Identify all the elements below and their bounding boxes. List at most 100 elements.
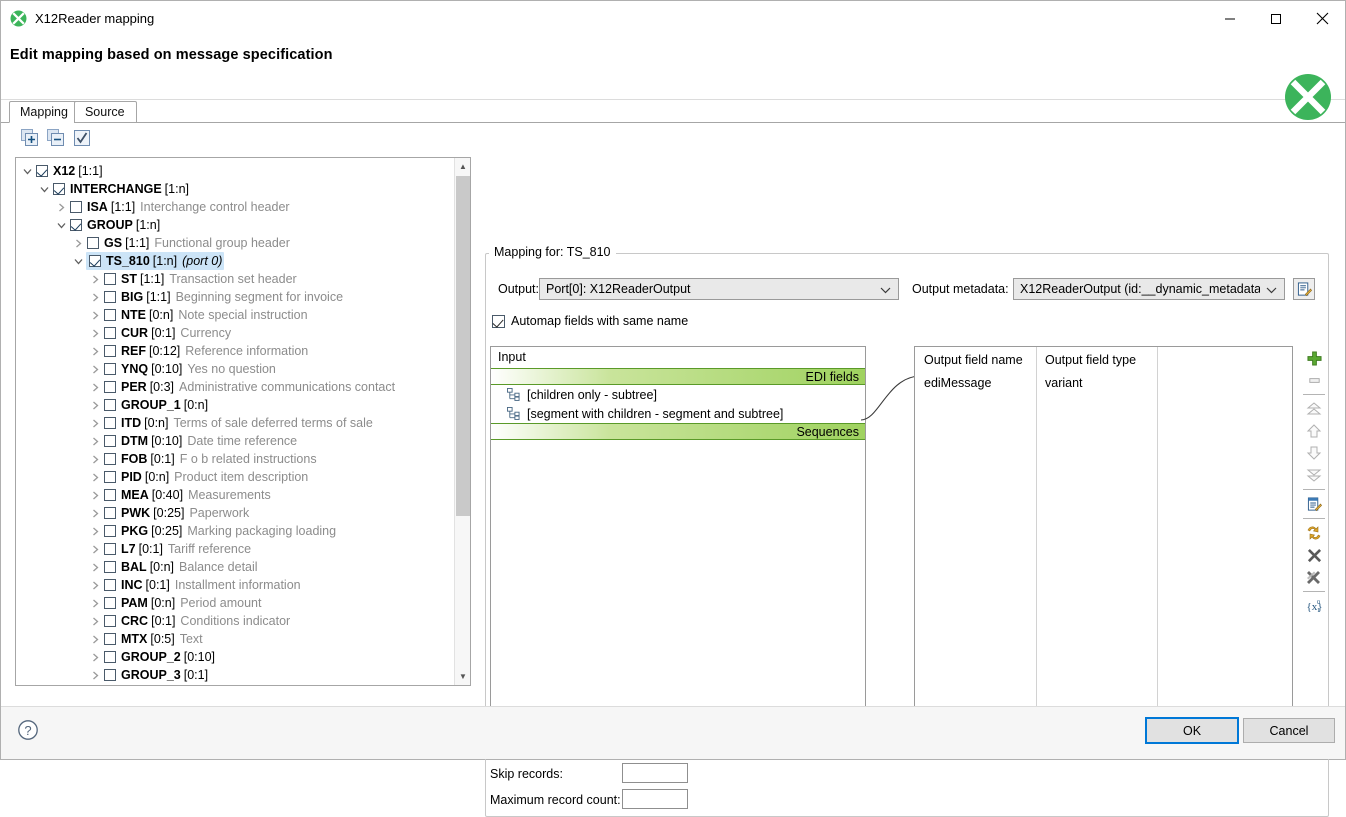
tree-row-checkbox[interactable] [104,597,116,609]
chevron-right-icon[interactable] [88,378,103,396]
output-row-field-type[interactable]: variant [1045,376,1083,390]
chevron-right-icon[interactable] [88,324,103,342]
tree-row[interactable]: REF[0:12]Reference information [16,342,454,360]
chevron-right-icon[interactable] [88,306,103,324]
tree-row-checkbox[interactable] [104,525,116,537]
list-item[interactable]: [children only - subtree] [491,385,865,404]
tree-row-checkbox[interactable] [104,543,116,555]
tree-row-checkbox[interactable] [104,651,116,663]
output-select[interactable]: Port[0]: X12ReaderOutput [539,278,899,300]
tree-row[interactable]: MEA[0:40]Measurements [16,486,454,504]
maximize-button[interactable] [1253,1,1299,36]
chevron-right-icon[interactable] [88,540,103,558]
tree-row-checkbox[interactable] [104,381,116,393]
scroll-up-icon[interactable]: ▲ [455,158,471,175]
chevron-right-icon[interactable] [88,666,103,684]
chevron-right-icon[interactable] [71,234,86,252]
tree-row[interactable]: GS[1:1]Functional group header [16,234,454,252]
tree-row[interactable]: ITD[0:n]Terms of sale deferred terms of … [16,414,454,432]
collapse-all-button[interactable] [47,129,65,147]
chevron-right-icon[interactable] [88,486,103,504]
tree-row[interactable]: NTE[0:n]Note special instruction [16,306,454,324]
chevron-right-icon[interactable] [88,612,103,630]
chevron-down-icon[interactable] [20,162,35,180]
tree-row[interactable]: FOB[0:1]F o b related instructions [16,450,454,468]
tree-row[interactable]: PID[0:n]Product item description [16,468,454,486]
move-to-bottom-button[interactable] [1301,464,1327,486]
tree-row[interactable]: CRC[0:1]Conditions indicator [16,612,454,630]
chevron-down-icon[interactable] [37,180,52,198]
tab-source[interactable]: Source [74,101,137,123]
chevron-right-icon[interactable] [54,198,69,216]
tree-row[interactable]: INTERCHANGE[1:n] [16,180,454,198]
tab-mapping[interactable]: Mapping [9,101,80,123]
tree-row-checkbox[interactable] [70,219,82,231]
ok-button[interactable]: OK [1145,717,1239,744]
delete-all-button[interactable] [1301,566,1327,588]
tree-row[interactable]: PAM[0:n]Period amount [16,594,454,612]
chevron-right-icon[interactable] [88,414,103,432]
scroll-thumb[interactable] [456,176,470,516]
edit-metadata-button[interactable] [1293,278,1315,300]
tree-row-checkbox[interactable] [104,507,116,519]
chevron-down-icon[interactable] [71,252,86,270]
help-icon[interactable]: ? [17,719,39,741]
add-button[interactable] [1301,347,1327,369]
chevron-right-icon[interactable] [88,522,103,540]
move-to-top-button[interactable] [1301,398,1327,420]
tree-row-checkbox[interactable] [104,399,116,411]
tree-row[interactable]: GROUP_3[0:1] [16,666,454,684]
tree-row-checkbox[interactable] [104,363,116,375]
tree-row[interactable]: BIG[1:1]Beginning segment for invoice [16,288,454,306]
swap-button[interactable] [1301,522,1327,544]
output-fields-panel[interactable]: Output field name Output field type ediM… [914,346,1293,751]
tree-row[interactable]: PWK[0:25]Paperwork [16,504,454,522]
chevron-right-icon[interactable] [88,558,103,576]
move-down-button[interactable] [1301,442,1327,464]
cancel-button[interactable]: Cancel [1243,718,1335,743]
tree-row-checkbox[interactable] [104,417,116,429]
tree-row[interactable]: CUR[0:1]Currency [16,324,454,342]
skip-records-input[interactable] [622,763,688,783]
tree-row-checkbox[interactable] [104,309,116,321]
tree-row[interactable]: TS_810[1:n](port 0) [16,252,454,270]
tree-row-checkbox[interactable] [104,633,116,645]
chevron-right-icon[interactable] [88,450,103,468]
chevron-right-icon[interactable] [88,288,103,306]
expand-all-button[interactable] [21,129,39,147]
specification-tree[interactable]: X12[1:1]INTERCHANGE[1:n]ISA[1:1]Intercha… [15,157,471,686]
tree-row[interactable]: L7[0:1]Tariff reference [16,540,454,558]
chevron-right-icon[interactable] [88,432,103,450]
tree-row[interactable]: INC[0:1]Installment information [16,576,454,594]
tree-row-checkbox[interactable] [70,201,82,213]
tree-row[interactable]: GROUP_2[0:10] [16,648,454,666]
tree-row-checkbox[interactable] [104,489,116,501]
tree-row-checkbox[interactable] [104,453,116,465]
tree-row-checkbox[interactable] [36,165,48,177]
tree-row-checkbox[interactable] [53,183,65,195]
chevron-right-icon[interactable] [88,342,103,360]
chevron-down-icon[interactable] [54,216,69,234]
check-all-button[interactable] [73,129,91,147]
close-button[interactable] [1299,1,1345,36]
maximum-record-count-input[interactable] [622,789,688,809]
tree-row[interactable]: DTM[0:10]Date time reference [16,432,454,450]
move-up-button[interactable] [1301,420,1327,442]
chevron-right-icon[interactable] [88,576,103,594]
tree-row[interactable]: GROUP_1[0:n] [16,396,454,414]
tree-row[interactable]: BAL[0:n]Balance detail [16,558,454,576]
expression-button[interactable]: {x} 0 1 [1301,595,1327,617]
minimize-button[interactable] [1207,1,1253,36]
tree-row-checkbox[interactable] [104,273,116,285]
tree-row[interactable]: ISA[1:1]Interchange control header [16,198,454,216]
chevron-right-icon[interactable] [88,468,103,486]
automap-checkbox[interactable]: Automap fields with same name [492,314,688,328]
tree-row-checkbox[interactable] [89,255,101,267]
tree-row[interactable]: X12[1:1] [16,162,454,180]
chevron-right-icon[interactable] [88,594,103,612]
tree-row-checkbox[interactable] [104,615,116,627]
chevron-right-icon[interactable] [88,270,103,288]
tree-row[interactable]: PER[0:3]Administrative communications co… [16,378,454,396]
tree-row[interactable]: GROUP[1:n] [16,216,454,234]
tree-row-checkbox[interactable] [104,579,116,591]
